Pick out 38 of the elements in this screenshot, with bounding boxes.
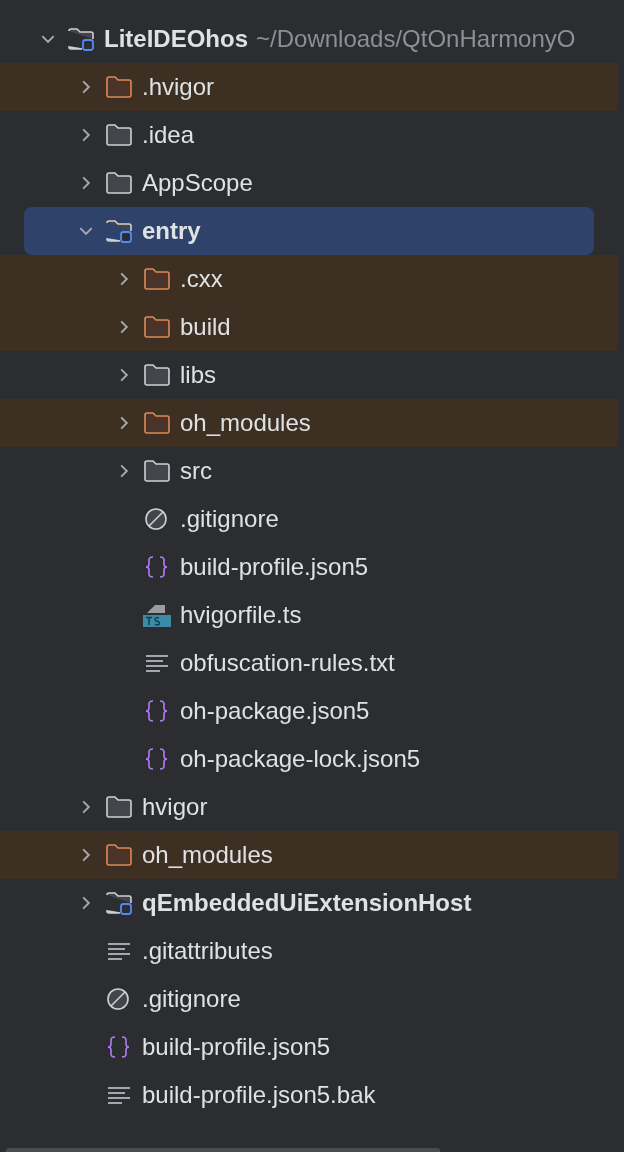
- module-folder-icon: [67, 27, 95, 51]
- folder-icon: [143, 267, 171, 291]
- tree-item[interactable]: build-profile.json5: [0, 543, 618, 591]
- folder-icon: [143, 363, 171, 387]
- folder-icon: [105, 795, 133, 819]
- tree-item[interactable]: oh_modules: [0, 831, 618, 879]
- module-folder-icon: [105, 219, 133, 243]
- project-path: ~/Downloads/QtOnHarmonyO: [256, 25, 576, 53]
- tree-item[interactable]: .hvigor: [0, 63, 618, 111]
- tree-item[interactable]: .gitignore: [0, 975, 618, 1023]
- folder-icon: [105, 75, 133, 99]
- tree-item[interactable]: hvigorfile.ts: [0, 591, 618, 639]
- folder-icon: [105, 123, 133, 147]
- tree-item[interactable]: LiteIDEOhos ~/Downloads/QtOnHarmonyO: [0, 15, 618, 63]
- tree-item[interactable]: build-profile.json5: [0, 1023, 618, 1071]
- tree-item[interactable]: .idea: [0, 111, 618, 159]
- tree-item[interactable]: obfuscation-rules.txt: [0, 639, 618, 687]
- tree-item[interactable]: .gitattributes: [0, 927, 618, 975]
- tree-item[interactable]: oh-package-lock.json5: [0, 735, 618, 783]
- folder-icon: [143, 315, 171, 339]
- tree-item[interactable]: oh-package.json5: [0, 687, 618, 735]
- folder-icon: [143, 411, 171, 435]
- folder-icon: [105, 171, 133, 195]
- module-folder-icon: [105, 891, 133, 915]
- folder-icon: [143, 459, 171, 483]
- tree-item[interactable]: AppScope: [0, 159, 618, 207]
- tree-item[interactable]: build-profile.json5.bak: [0, 1071, 618, 1119]
- tree-item[interactable]: .gitignore: [0, 495, 618, 543]
- tree-item[interactable]: oh_modules: [0, 399, 618, 447]
- tree-item[interactable]: libs: [0, 351, 618, 399]
- tree-item[interactable]: src: [0, 447, 618, 495]
- typescript-file-icon: [143, 603, 171, 627]
- tree-item[interactable]: qEmbeddedUiExtensionHost: [0, 879, 618, 927]
- folder-icon: [105, 843, 133, 867]
- tree-item[interactable]: build: [0, 303, 618, 351]
- tree-item[interactable]: hvigor: [0, 783, 618, 831]
- tree-item[interactable]: .cxx: [0, 255, 618, 303]
- tree-item[interactable]: entry: [24, 207, 594, 255]
